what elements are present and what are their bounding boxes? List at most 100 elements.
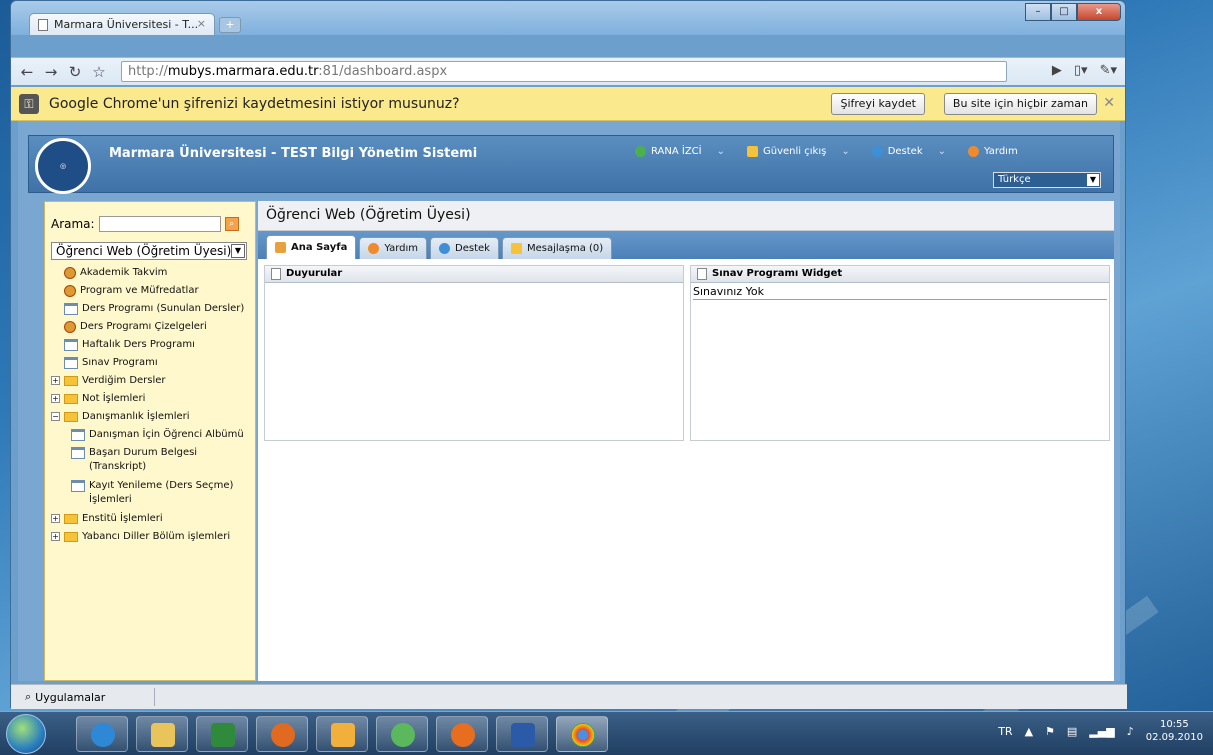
- action-center-icon[interactable]: ⚑: [1045, 725, 1055, 738]
- search-input[interactable]: [98, 216, 221, 232]
- tree-item-ogrenci-albumu[interactable]: Danışman İçin Öğrenci Albümü: [51, 428, 257, 446]
- bookmark-star-icon[interactable]: ☆: [91, 63, 107, 81]
- tab-destek[interactable]: Destek: [430, 237, 499, 259]
- volume-icon[interactable]: ♪: [1127, 725, 1134, 738]
- forward-icon[interactable]: →: [43, 63, 59, 81]
- address-bar[interactable]: http://mubys.marmara.edu.tr:81/dashboard…: [121, 61, 1007, 82]
- language-indicator[interactable]: TR: [998, 725, 1012, 738]
- signal-icon[interactable]: ▂▄▆: [1089, 725, 1114, 738]
- ie-icon: [91, 723, 115, 747]
- tree-item-yabanci-diller[interactable]: + Yabancı Diller Bölüm işlemleri: [51, 530, 257, 548]
- page-menu-icon[interactable]: ▯▾: [1074, 63, 1088, 78]
- tree-item-label: Sınav Programı: [82, 357, 158, 368]
- expand-icon[interactable]: +: [51, 394, 60, 403]
- calendar-icon: [71, 429, 85, 441]
- save-password-button[interactable]: Şifreyi kaydet: [831, 93, 925, 115]
- tab-mesajlasma[interactable]: Mesajlaşma (0): [501, 237, 613, 259]
- tree-item-danismanlik[interactable]: − Danışmanlık İşlemleri: [51, 410, 257, 428]
- tree-item-ders-cizelgeleri[interactable]: Ders Programı Çizelgeleri: [51, 320, 257, 338]
- chevron-down-icon: ⌄: [841, 146, 850, 157]
- toolbar-right: ▶ ▯▾ ✎▾: [1052, 63, 1117, 78]
- new-tab-button[interactable]: +: [219, 17, 241, 33]
- browser-tab[interactable]: Marmara Üniversitesi - T... ×: [29, 13, 215, 35]
- back-icon[interactable]: ←: [19, 63, 35, 81]
- play-icon[interactable]: ▶: [1052, 63, 1062, 78]
- chevron-down-icon: ▼: [1087, 174, 1099, 186]
- app-title: Marmara Üniversitesi - TEST Bilgi Yöneti…: [109, 146, 478, 161]
- close-tab-icon[interactable]: ×: [197, 17, 206, 30]
- help-link[interactable]: Yardım: [968, 146, 1018, 157]
- infobar-close-icon[interactable]: ✕: [1103, 95, 1115, 111]
- tree-item-transkript[interactable]: Başarı Durum Belgesi (Transkript): [51, 446, 257, 479]
- compass-icon: [64, 321, 76, 333]
- maximize-button[interactable]: □: [1051, 3, 1077, 21]
- taskbar-messenger[interactable]: [376, 716, 428, 752]
- user-link[interactable]: RANA İZCİ ⌄: [635, 146, 725, 157]
- never-save-button[interactable]: Bu site için hiçbir zaman: [943, 93, 1097, 115]
- tab-yardim[interactable]: Yardım: [359, 237, 428, 259]
- language-select[interactable]: Türkçe ▼: [993, 172, 1101, 188]
- close-window-button[interactable]: x: [1077, 3, 1121, 21]
- taskbar-excel[interactable]: [196, 716, 248, 752]
- logout-link[interactable]: Güvenli çıkış ⌄: [747, 146, 850, 157]
- expand-icon[interactable]: +: [51, 376, 60, 385]
- support-link[interactable]: Destek ⌄: [871, 146, 946, 157]
- browser-window: Marmara Üniversitesi - T... × + – □ x ← …: [10, 0, 1127, 709]
- tray-expand-icon[interactable]: ▲: [1025, 725, 1033, 738]
- sidebar: Arama: ⌕ Öğrenci Web (Öğretim Üyesi) ▼ A…: [44, 201, 256, 681]
- taskbar-ie[interactable]: [76, 716, 128, 752]
- chevron-down-icon: ▼: [231, 244, 245, 258]
- collapse-icon[interactable]: −: [51, 412, 60, 421]
- system-tray: TR ▲ ⚑ ▤ ▂▄▆ ♪ 10:55 02.09.2010: [998, 718, 1203, 744]
- calendar-icon: [64, 357, 78, 369]
- info-icon: [871, 146, 883, 157]
- taskbar-mail[interactable]: [316, 716, 368, 752]
- tree-item-not-islemleri[interactable]: + Not İşlemleri: [51, 392, 257, 410]
- menu-tree: Akademik Takvim Program ve Müfredatlar D…: [51, 266, 257, 548]
- tree-item-label: Başarı Durum Belgesi (Transkript): [89, 447, 198, 472]
- apps-button[interactable]: ⌕ Uygulamalar: [25, 688, 155, 706]
- mail-icon: [510, 243, 522, 254]
- tree-item-sinav-programi[interactable]: Sınav Programı: [51, 356, 257, 374]
- taskbar-firefox[interactable]: [436, 716, 488, 752]
- expand-icon[interactable]: +: [51, 532, 60, 541]
- apps-label: Uygulamalar: [35, 690, 106, 704]
- tab-ana-sayfa[interactable]: Ana Sayfa: [266, 235, 357, 259]
- tree-item-label: Haftalık Ders Programı: [82, 339, 195, 350]
- tree-item-kayit-yenileme[interactable]: Kayıt Yenileme (Ders Seçme) İşlemleri: [51, 479, 257, 512]
- word-icon: [511, 723, 535, 747]
- tree-item-ders-programi[interactable]: Ders Programı (Sunulan Dersler): [51, 302, 257, 320]
- network-icon[interactable]: ▤: [1067, 725, 1077, 738]
- info-icon: [439, 243, 451, 254]
- widget-header: Duyurular: [265, 266, 683, 283]
- tree-item-akademik-takvim[interactable]: Akademik Takvim: [51, 266, 257, 284]
- header-links: RANA İZCİ ⌄ Güvenli çıkış ⌄ Destek ⌄ Yardım: [635, 146, 1018, 157]
- clock[interactable]: 10:55 02.09.2010: [1146, 718, 1203, 744]
- start-button[interactable]: [6, 714, 46, 754]
- calendar-icon: [71, 480, 85, 492]
- taskbar-explorer[interactable]: [136, 716, 188, 752]
- minimize-button[interactable]: –: [1025, 3, 1051, 21]
- tree-item-label: Kayıt Yenileme (Ders Seçme) İşlemleri: [89, 480, 234, 505]
- expand-icon[interactable]: +: [51, 514, 60, 523]
- excel-icon: [211, 723, 235, 747]
- search-icon[interactable]: ⌕: [224, 217, 239, 231]
- reload-icon[interactable]: ↻: [67, 63, 83, 81]
- tree-item-enstitu[interactable]: + Enstitü İşlemleri: [51, 512, 257, 530]
- taskbar-word[interactable]: [496, 716, 548, 752]
- calendar-icon: [64, 303, 78, 315]
- wrench-icon[interactable]: ✎▾: [1100, 63, 1117, 78]
- tab-label: Ana Sayfa: [291, 242, 348, 253]
- tree-item-label: Danışmanlık İşlemleri: [82, 411, 190, 422]
- taskbar-chrome[interactable]: [556, 716, 608, 752]
- taskbar-media[interactable]: [256, 716, 308, 752]
- page-title: Öğrenci Web (Öğretim Üyesi): [258, 201, 1114, 231]
- role-select[interactable]: Öğrenci Web (Öğretim Üyesi) ▼: [51, 242, 247, 260]
- tree-item-haftalik[interactable]: Haftalık Ders Programı: [51, 338, 257, 356]
- tree-item-program-mufredat[interactable]: Program ve Müfredatlar: [51, 284, 257, 302]
- status-bar: ⌕ Uygulamalar: [11, 684, 1127, 709]
- tree-item-verdigim-dersler[interactable]: + Verdiğim Dersler: [51, 374, 257, 392]
- folder-icon: [64, 514, 78, 524]
- calendar-icon: [64, 339, 78, 351]
- tree-item-label: Yabancı Diller Bölüm işlemleri: [82, 531, 231, 542]
